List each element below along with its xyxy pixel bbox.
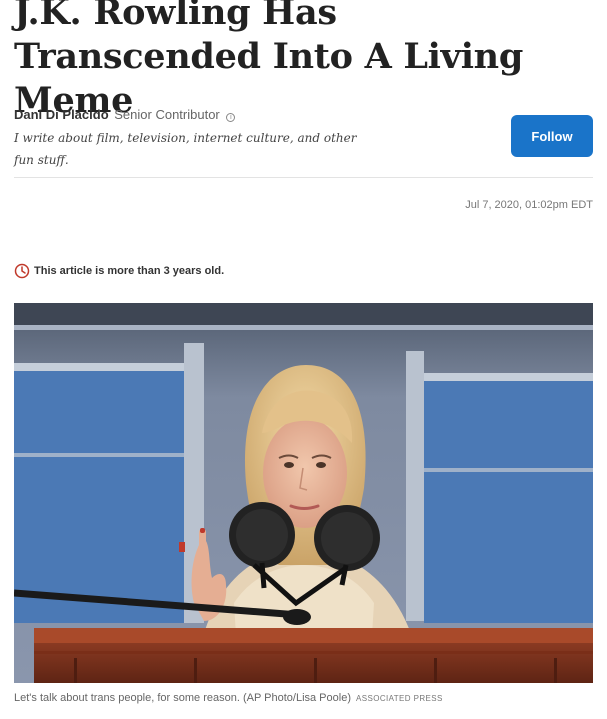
author-line: Dani Di Placido Senior Contributor i <box>14 106 374 123</box>
divider <box>14 177 593 178</box>
old-notice-text: This article is more than 3 years old. <box>34 265 225 277</box>
timestamp: Jul 7, 2020, 01:02pm EDT <box>465 199 593 211</box>
info-icon[interactable]: i <box>226 113 236 122</box>
old-article-notice: This article is more than 3 years old. <box>14 263 224 279</box>
article-photo[interactable] <box>14 303 593 683</box>
image-caption: Let's talk about trans people, for some … <box>14 692 443 704</box>
clock-icon <box>14 263 30 279</box>
follow-button[interactable]: Follow <box>511 115 593 157</box>
author-name[interactable]: Dani Di Placido <box>14 107 109 122</box>
photo-credit: ASSOCIATED PRESS <box>355 694 443 703</box>
author-bio: I write about film, television, internet… <box>14 131 357 167</box>
headline: J.K. Rowling Has Transcended Into A Livi… <box>14 0 524 121</box>
author-role: Senior Contributor <box>114 107 220 122</box>
caption-text: Let's talk about trans people, for some … <box>14 692 351 704</box>
author-block: Dani Di Placido Senior Contributor i I w… <box>14 106 374 171</box>
